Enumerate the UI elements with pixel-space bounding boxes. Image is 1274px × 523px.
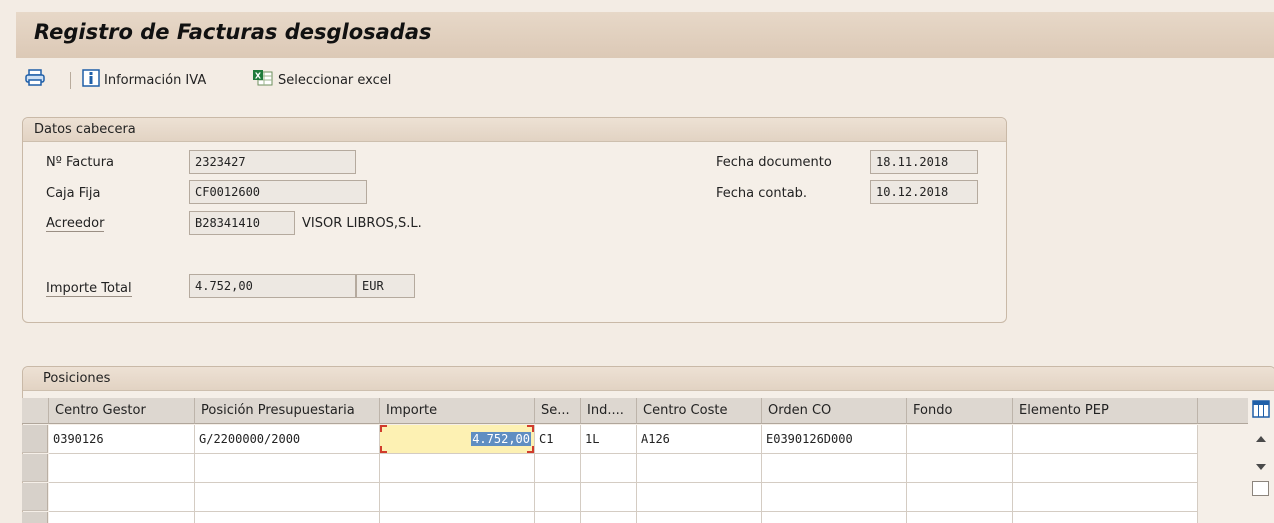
toolbar-separator: [70, 72, 71, 89]
cell-orden-co[interactable]: [762, 454, 907, 483]
select-excel-button[interactable]: X Seleccionar excel: [252, 69, 391, 91]
cell-posicion-presupuestaria[interactable]: [195, 454, 380, 483]
cell-elemento-pep[interactable]: [1013, 512, 1198, 523]
cell-ind[interactable]: 1L: [581, 425, 637, 454]
row-selector[interactable]: [22, 454, 48, 482]
column-header-filler: [1198, 398, 1248, 424]
page-title: Registro de Facturas desglosadas: [34, 20, 432, 44]
cell-centro-gestor[interactable]: [49, 512, 195, 523]
cell-importe-value: 4.752,00: [471, 432, 531, 446]
cell-centro-gestor[interactable]: 0390126: [49, 425, 195, 454]
info-icon: [82, 69, 100, 91]
currency-field[interactable]: EUR: [356, 274, 415, 298]
acreedor-label: Acreedor: [46, 216, 105, 232]
table-vertical-scrollbar: [1242, 398, 1274, 523]
sap-window: Registro de Facturas desglosadas Informa…: [0, 0, 1274, 523]
table-row: [22, 512, 1220, 523]
cell-importe[interactable]: [380, 454, 535, 483]
select-excel-label: Seleccionar excel: [278, 72, 392, 88]
cell-elemento-pep[interactable]: [1013, 425, 1198, 454]
table-row: [22, 483, 1220, 512]
cell-fondo[interactable]: [907, 454, 1013, 483]
row-selector[interactable]: [22, 483, 48, 511]
cell-importe[interactable]: [380, 512, 535, 523]
cell-ind[interactable]: [581, 483, 637, 512]
importe-total-field[interactable]: 4.752,00: [189, 274, 356, 298]
column-layout-icon[interactable]: [1252, 400, 1270, 422]
cell-fondo[interactable]: [907, 425, 1013, 454]
focus-corner-br: [527, 446, 534, 453]
positions-group-title: Posiciones: [23, 367, 1274, 391]
cell-se[interactable]: [535, 512, 581, 523]
focus-corner-bl: [380, 446, 387, 453]
row-selector[interactable]: [22, 425, 48, 453]
column-header-ind[interactable]: Ind....: [581, 398, 637, 424]
column-header-elemento-pep[interactable]: Elemento PEP: [1013, 398, 1198, 424]
cell-orden-co[interactable]: [762, 512, 907, 523]
cell-importe[interactable]: [380, 483, 535, 512]
caja-fija-field[interactable]: CF0012600: [189, 180, 367, 204]
svg-text:X: X: [255, 72, 262, 81]
scroll-thumb[interactable]: [1252, 481, 1269, 496]
info-iva-label: Información IVA: [104, 72, 207, 88]
cell-ind[interactable]: [581, 512, 637, 523]
table-corner-cell[interactable]: [22, 398, 49, 424]
importe-total-label: Importe Total: [46, 281, 132, 297]
cell-centro-coste[interactable]: A126: [637, 425, 762, 454]
cell-posicion-presupuestaria[interactable]: G/2200000/2000: [195, 425, 380, 454]
print-icon: [24, 69, 46, 91]
fecha-contab-field[interactable]: 10.12.2018: [870, 180, 978, 204]
cell-fondo[interactable]: [907, 483, 1013, 512]
cell-orden-co[interactable]: [762, 483, 907, 512]
cell-posicion-presupuestaria[interactable]: [195, 512, 380, 523]
cell-posicion-presupuestaria[interactable]: [195, 483, 380, 512]
cell-centro-gestor[interactable]: [49, 454, 195, 483]
cell-centro-coste[interactable]: [637, 454, 762, 483]
acreedor-field[interactable]: B28341410: [189, 211, 295, 235]
print-button[interactable]: [24, 69, 46, 91]
header-group-title: Datos cabecera: [23, 118, 1006, 142]
cell-se[interactable]: C1: [535, 425, 581, 454]
column-header-orden-co[interactable]: Orden CO: [762, 398, 907, 424]
info-iva-button[interactable]: Información IVA: [82, 69, 206, 91]
fecha-contab-label: Fecha contab.: [716, 186, 808, 201]
column-header-importe[interactable]: Importe: [380, 398, 535, 424]
cell-elemento-pep[interactable]: [1013, 454, 1198, 483]
fecha-documento-label: Fecha documento: [716, 155, 832, 170]
scroll-down-icon[interactable]: [1255, 460, 1267, 475]
caja-fija-label: Caja Fija: [46, 186, 101, 201]
fecha-documento-field[interactable]: 18.11.2018: [870, 150, 978, 174]
table-row: [22, 454, 1220, 483]
cell-se[interactable]: [535, 454, 581, 483]
nro-factura-field[interactable]: 2323427: [189, 150, 356, 174]
column-header-fondo[interactable]: Fondo: [907, 398, 1013, 424]
cell-centro-coste[interactable]: [637, 512, 762, 523]
cell-ind[interactable]: [581, 454, 637, 483]
focus-corner-tl: [380, 425, 387, 432]
cell-elemento-pep[interactable]: [1013, 483, 1198, 512]
focus-corner-tr: [527, 425, 534, 432]
column-header-centro-coste[interactable]: Centro Coste: [637, 398, 762, 424]
acreedor-name: VISOR LIBROS,S.L.: [302, 216, 422, 231]
cell-centro-coste[interactable]: [637, 483, 762, 512]
table-row: 0390126 G/2200000/2000 4.752,00 C1 1L A1…: [22, 425, 1220, 454]
cell-centro-gestor[interactable]: [49, 483, 195, 512]
column-header-posicion-presupuestaria[interactable]: Posición Presupuestaria: [195, 398, 380, 424]
cell-fondo[interactable]: [907, 512, 1013, 523]
scroll-up-icon[interactable]: [1255, 432, 1267, 447]
application-toolbar: Información IVA X Seleccionar excel: [16, 62, 1274, 98]
cell-importe-active[interactable]: 4.752,00: [380, 425, 535, 454]
positions-table: Centro Gestor Posición Presupuestaria Im…: [22, 398, 1274, 523]
column-header-se[interactable]: Se...: [535, 398, 581, 424]
column-header-centro-gestor[interactable]: Centro Gestor: [49, 398, 195, 424]
nro-factura-label: Nº Factura: [46, 155, 115, 170]
excel-icon: X: [252, 69, 274, 91]
cell-orden-co[interactable]: E0390126D000: [762, 425, 907, 454]
cell-se[interactable]: [535, 483, 581, 512]
header-group: Datos cabecera: [22, 117, 1007, 323]
row-selector[interactable]: [22, 512, 48, 523]
title-bar: Registro de Facturas desglosadas: [16, 12, 1274, 58]
